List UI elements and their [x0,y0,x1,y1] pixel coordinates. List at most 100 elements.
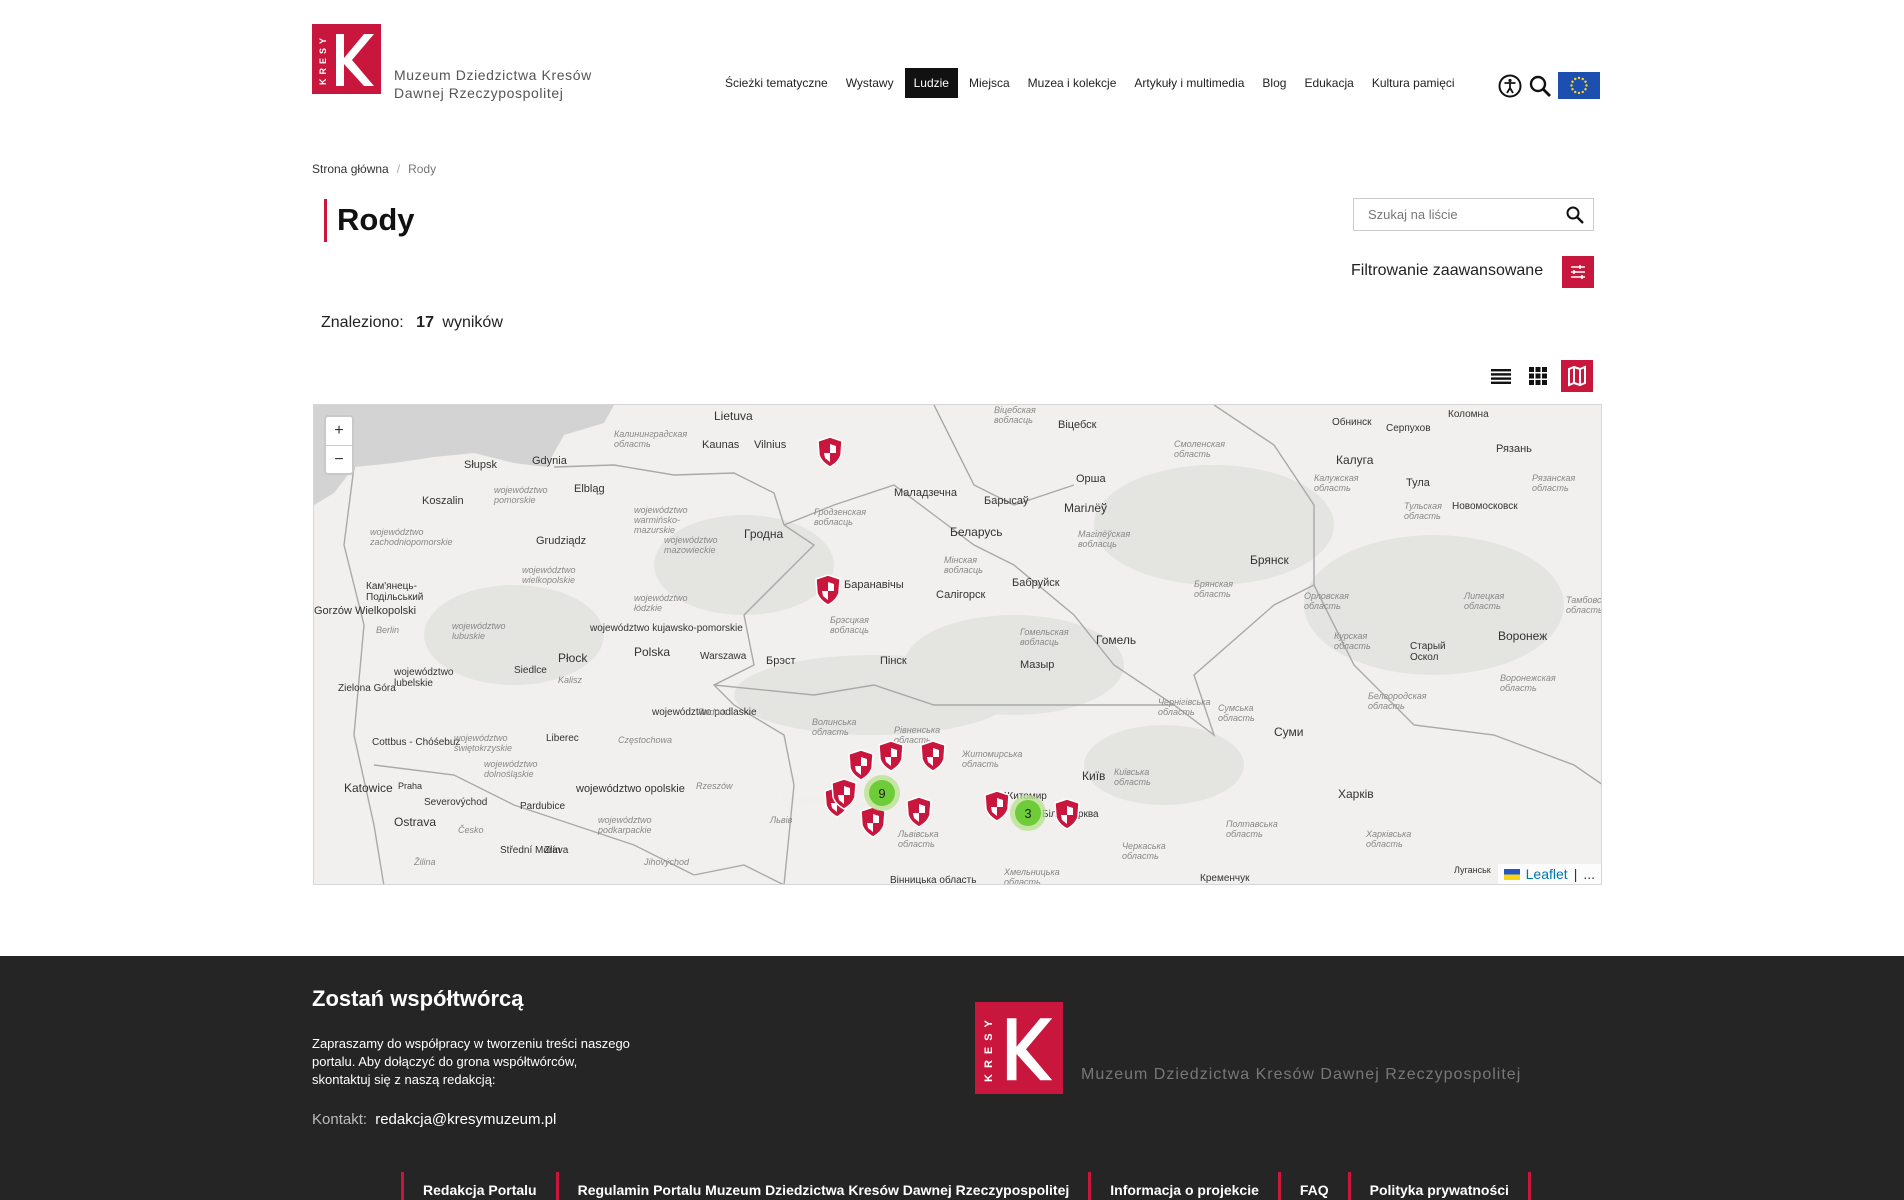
map-label: Česko [458,825,484,835]
nav-item-wystawy[interactable]: Wystawy [837,68,903,98]
map-label: Тула [1406,477,1430,489]
map-label: Severovýchod [424,797,488,808]
map-marker-shield-icon[interactable] [982,789,1012,823]
map-label: Мазыр [1020,659,1055,671]
map-label: Кам'янець-Подільський [366,581,424,603]
nav-item-ludzie[interactable]: Ludzie [904,68,958,98]
map-label: Липецкая область [1464,591,1505,611]
title-accent-bar [324,199,327,242]
map-cluster[interactable]: 9 [864,775,900,811]
map-label: województwo pomorskie [494,485,548,505]
map-label: Коломна [1448,409,1489,420]
map-label: województwo dolnośląskie [484,759,538,779]
map-label: Częstochowa [618,735,673,745]
map-label: Grudziądz [536,535,587,547]
site-name-line2: Dawnej Rzeczypospolitej [394,85,564,101]
leaflet-link[interactable]: Leaflet [1526,866,1568,882]
map-label: Ostrava [394,815,437,829]
site-name[interactable]: Muzeum Dziedzictwa Kresów Dawnej Rzeczyp… [394,66,592,102]
map-label: Полтавська область [1226,819,1278,839]
footer-link-redakcja[interactable]: Redakcja Portalu [401,1172,556,1200]
map-marker-shield-icon[interactable] [813,573,843,607]
map-label: Liberec [546,733,579,744]
nav-item-sciezki[interactable]: Ścieżki tematyczne [716,68,837,98]
zoom-in-button[interactable]: + [326,417,352,445]
zoom-out-button[interactable]: − [326,445,352,473]
list-search-input[interactable] [1368,207,1558,222]
attribution-more[interactable]: ... [1583,866,1595,882]
map-label: Київська область [1114,767,1151,787]
list-view-icon[interactable] [1490,366,1512,386]
nav-item-muzea[interactable]: Muzea i kolekcje [1019,68,1126,98]
map-cluster[interactable]: 3 [1010,795,1046,831]
map-container[interactable]: + − Lietuva Kaunas Vilnius Калининградск… [313,404,1602,885]
map-label: Брянск [1250,553,1289,567]
map-label: Харківська область [1366,829,1412,849]
nav-item-artykuly[interactable]: Artykuły i multimedia [1125,68,1253,98]
nav-item-edukacja[interactable]: Edukacja [1295,68,1362,98]
map-label: Маладзечна [894,487,957,499]
map-label: Старый Оскол [1410,641,1446,663]
map-label: Чернігівська область [1158,697,1211,717]
map-label: Вінницька область [890,875,977,885]
advanced-filter-label[interactable]: Filtrowanie zaawansowane [1351,262,1543,280]
contact-label: Kontakt: [312,1111,368,1128]
site-name-line1: Muzeum Dziedzictwa Kresów [394,67,592,83]
main-nav: Ścieżki tematyczne Wystawy Ludzie Miejsc… [716,68,1464,98]
map-label: Барысаў [984,495,1029,507]
map-marker-shield-icon[interactable] [815,435,845,469]
map-label: Белгородская область [1368,691,1427,711]
map-label: województwo łódzkie [634,593,688,613]
map-marker-shield-icon[interactable] [876,739,906,773]
footer-link-regulamin[interactable]: Regulamin Portalu Muzeum Dziedzictwa Kre… [555,1172,1089,1200]
breadcrumb-home[interactable]: Strona główna [312,162,389,176]
map-label: Кременчук [1200,873,1250,884]
accessibility-icon[interactable] [1498,74,1522,98]
list-search [1353,198,1594,231]
footer-logo[interactable]: KRESY [975,1002,1063,1094]
map-attribution: Leaflet | ... [1497,864,1601,884]
footer: Zostań współtwórcą Zapraszamy do współpr… [0,956,1904,1200]
map-label: Pardubice [520,801,566,812]
footer-link-polityka[interactable]: Polityka prywatności [1347,1172,1531,1200]
map-label: Беларусь [950,525,1003,539]
map-label: Vilnius [754,439,787,451]
nav-item-miejsca[interactable]: Miejsca [960,68,1019,98]
map-label: Волинська область [812,717,857,737]
map-label: Серпухов [1386,423,1431,434]
map-marker-shield-icon[interactable] [1052,797,1082,831]
map-label: Polska [634,645,671,659]
filter-sliders-icon[interactable] [1562,256,1594,288]
map-label: Žilina [414,857,436,867]
map-label: Mariлёў [1064,501,1108,515]
grid-view-icon[interactable] [1528,366,1548,386]
footer-link-informacja[interactable]: Informacja o projekcie [1088,1172,1278,1200]
map-label: województwo zachodniopomorskie [370,527,453,547]
map-label: województwo kujawsko-pomorskie [590,623,743,634]
footer-link-faq[interactable]: FAQ [1277,1172,1348,1200]
map-marker-shield-icon[interactable] [829,777,859,811]
nav-item-blog[interactable]: Blog [1253,68,1295,98]
site-logo[interactable]: KRESY [312,24,381,94]
map-label: Брянская область [1194,579,1234,599]
search-icon[interactable] [1565,205,1585,225]
footer-logo-vertical-text: KRESY [983,1014,995,1082]
cluster-count: 3 [1015,800,1041,826]
map-label: Новомосковск [1452,501,1518,512]
map-label: Gdynia [532,455,567,467]
breadcrumb-separator: / [396,162,401,176]
map-label: Słupsk [464,459,498,471]
zoom-control: + − [324,415,354,475]
contact-email-link[interactable]: redakcja@kresymuzeum.pl [375,1111,556,1128]
map-view-icon[interactable] [1561,360,1593,392]
map-label: Пінск [880,655,907,667]
search-icon[interactable] [1528,74,1552,98]
map-marker-shield-icon[interactable] [904,795,934,829]
map-label: Салігорск [936,589,986,601]
eu-flag-icon[interactable] [1558,72,1600,99]
map-label: Магілёўская вобласць [1078,529,1131,549]
map-marker-shield-icon[interactable] [918,739,948,773]
map-label: Гомель [1096,633,1137,647]
nav-item-kultura[interactable]: Kultura pamięci [1363,68,1464,98]
map-label: województwo lubelskie [394,667,454,689]
